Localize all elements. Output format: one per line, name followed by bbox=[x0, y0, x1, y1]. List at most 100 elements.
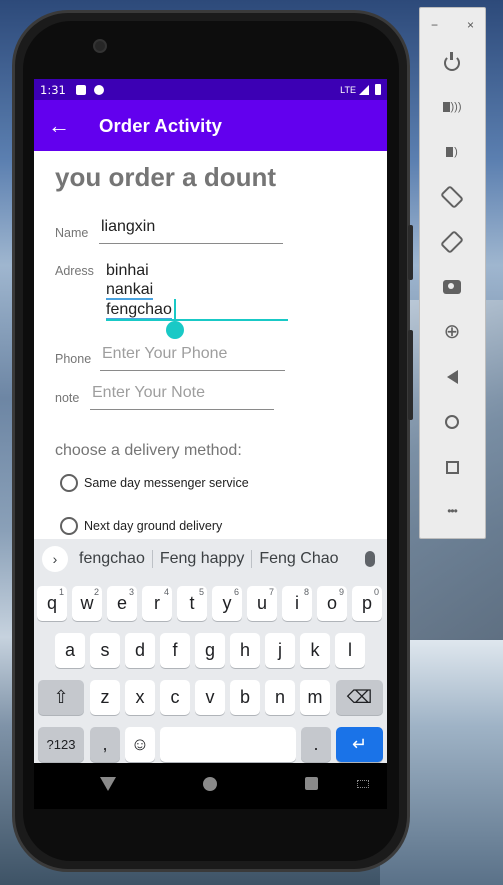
emulator-side-panel: − × ))) ) ⊕ ••• bbox=[419, 7, 486, 539]
enter-key[interactable]: ↵ bbox=[336, 727, 383, 762]
panel-window-controls: − × bbox=[420, 8, 485, 32]
emoji-key[interactable]: ☺ bbox=[125, 727, 155, 762]
app-bar: ← Order Activity bbox=[34, 100, 387, 151]
volume-up-icon[interactable]: ))) bbox=[439, 94, 465, 120]
suggestion[interactable]: fengchao bbox=[72, 550, 152, 568]
home-circle-icon[interactable] bbox=[439, 409, 465, 435]
key-f[interactable]: f bbox=[160, 633, 190, 668]
address-input[interactable]: binhai nankai fengchao bbox=[106, 261, 172, 320]
key-label: s bbox=[100, 640, 110, 660]
key-n[interactable]: n bbox=[265, 680, 295, 715]
radio-button[interactable] bbox=[60, 474, 78, 492]
delivery-option-next-day[interactable]: Next day ground delivery bbox=[60, 517, 222, 535]
key-z[interactable]: z bbox=[90, 680, 120, 715]
more-options-icon[interactable]: ••• bbox=[439, 498, 465, 524]
overview-square-icon[interactable] bbox=[439, 454, 465, 480]
key-k[interactable]: k bbox=[300, 633, 330, 668]
microphone-icon[interactable] bbox=[365, 551, 375, 567]
key-b[interactable]: b bbox=[230, 680, 260, 715]
phone-input[interactable]: Enter Your Phone bbox=[100, 345, 285, 371]
key-t[interactable]: t5 bbox=[177, 586, 207, 621]
notification-a-icon bbox=[75, 84, 86, 95]
zoom-icon[interactable]: ⊕ bbox=[439, 318, 465, 344]
key-h[interactable]: h bbox=[230, 633, 260, 668]
key-label: ☺ bbox=[130, 734, 150, 754]
rotate-right-icon[interactable] bbox=[439, 229, 465, 255]
nav-recents-icon[interactable] bbox=[305, 777, 318, 790]
key-p[interactable]: p0 bbox=[352, 586, 382, 621]
keyboard-switch-icon[interactable] bbox=[357, 780, 369, 788]
name-input[interactable]: liangxin bbox=[99, 218, 283, 244]
key-label: ⇧ bbox=[53, 687, 69, 707]
minimize-icon[interactable]: − bbox=[431, 18, 438, 32]
device-screen: 1:31 LTE ← Order Activity you order a do… bbox=[34, 79, 387, 763]
key-label: x bbox=[135, 687, 145, 707]
status-time: 1:31 bbox=[40, 82, 66, 97]
note-label: note bbox=[55, 391, 80, 405]
key-hint: 9 bbox=[338, 587, 344, 597]
key-u[interactable]: u7 bbox=[247, 586, 277, 621]
shift-key[interactable]: ⇧ bbox=[38, 680, 84, 715]
key-o[interactable]: o9 bbox=[317, 586, 347, 621]
key-label: u bbox=[256, 593, 267, 613]
key-label: o bbox=[326, 593, 337, 613]
key-label: i bbox=[295, 593, 299, 613]
key-v[interactable]: v bbox=[195, 680, 225, 715]
cursor-handle[interactable] bbox=[166, 321, 184, 339]
key-e[interactable]: e3 bbox=[107, 586, 137, 621]
key-label: ⌫ bbox=[346, 687, 373, 707]
key-g[interactable]: g bbox=[195, 633, 225, 668]
key-m[interactable]: m bbox=[300, 680, 330, 715]
key-a[interactable]: a bbox=[55, 633, 85, 668]
close-icon[interactable]: × bbox=[467, 18, 474, 32]
volume-down-icon[interactable]: ) bbox=[439, 139, 465, 165]
phone-side-button bbox=[408, 225, 413, 280]
key-i[interactable]: i8 bbox=[282, 586, 312, 621]
key-x[interactable]: x bbox=[125, 680, 155, 715]
symbols-key[interactable]: ?123 bbox=[38, 727, 84, 762]
back-triangle-icon[interactable] bbox=[439, 364, 465, 390]
space-key[interactable] bbox=[160, 727, 296, 762]
key-label: m bbox=[307, 687, 323, 707]
key-label: f bbox=[172, 640, 178, 660]
key-label: t bbox=[189, 593, 195, 613]
screenshot-camera-icon[interactable] bbox=[439, 274, 465, 300]
key-q[interactable]: q1 bbox=[37, 586, 67, 621]
nav-home-icon[interactable] bbox=[203, 777, 217, 791]
key-c[interactable]: c bbox=[160, 680, 190, 715]
key-y[interactable]: y6 bbox=[212, 586, 242, 621]
key-hint: 6 bbox=[233, 587, 239, 597]
soft-keyboard: › fengchao Feng happy Feng Chao q1w2e3r4… bbox=[34, 539, 387, 763]
key-w[interactable]: w2 bbox=[72, 586, 102, 621]
note-input[interactable]: Enter Your Note bbox=[90, 384, 274, 410]
key-label: e bbox=[116, 593, 127, 613]
key-label: d bbox=[134, 640, 145, 660]
notification-app-icon bbox=[93, 84, 104, 95]
radio-button[interactable] bbox=[60, 517, 78, 535]
address-line: fengchao bbox=[106, 301, 172, 320]
phone-volume-button bbox=[408, 330, 413, 420]
suggestion[interactable]: Feng happy bbox=[153, 550, 252, 568]
key-label: h bbox=[239, 640, 250, 660]
key-j[interactable]: j bbox=[265, 633, 295, 668]
rotate-left-icon[interactable] bbox=[439, 184, 465, 210]
suggestion[interactable]: Feng Chao bbox=[252, 550, 345, 568]
power-icon[interactable] bbox=[439, 50, 465, 76]
name-label: Name bbox=[55, 226, 89, 240]
key-r[interactable]: r4 bbox=[142, 586, 172, 621]
back-arrow-icon[interactable]: ← bbox=[34, 100, 84, 151]
key-s[interactable]: s bbox=[90, 633, 120, 668]
suggestion-strip: › fengchao Feng happy Feng Chao bbox=[34, 539, 387, 579]
comma-key[interactable]: , bbox=[90, 727, 120, 762]
period-key[interactable]: . bbox=[301, 727, 331, 762]
expand-suggestions-icon[interactable]: › bbox=[42, 546, 68, 572]
key-d[interactable]: d bbox=[125, 633, 155, 668]
key-l[interactable]: l bbox=[335, 633, 365, 668]
delivery-option-same-day[interactable]: Same day messenger service bbox=[60, 474, 249, 492]
key-label: g bbox=[204, 640, 215, 660]
address-line: nankai bbox=[106, 281, 154, 300]
phone-label: Phone bbox=[55, 352, 92, 366]
backspace-key[interactable]: ⌫ bbox=[336, 680, 383, 715]
key-hint: 2 bbox=[93, 587, 99, 597]
nav-back-icon[interactable] bbox=[100, 777, 116, 791]
